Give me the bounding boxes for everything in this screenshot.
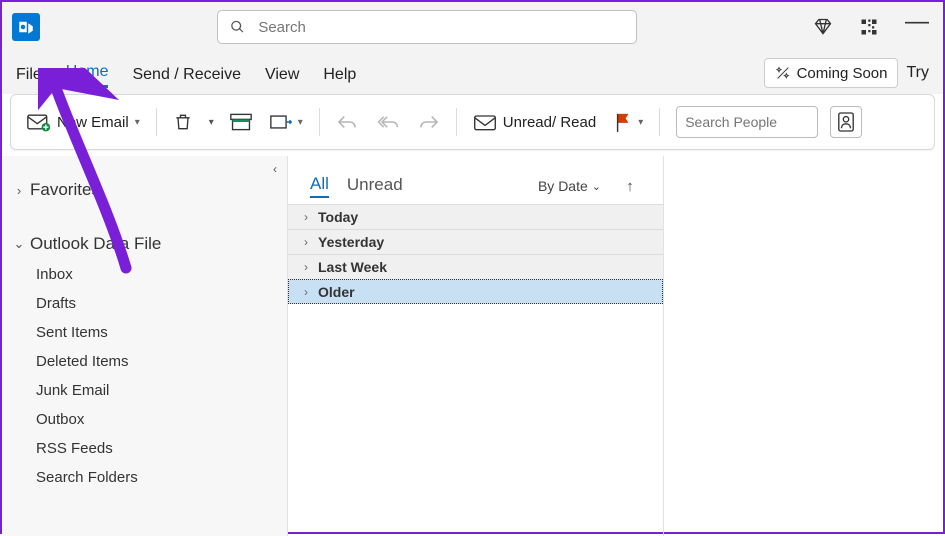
chevron-right-icon: › [12,183,26,198]
group-older[interactable]: › Older [288,279,663,304]
chevron-right-icon: › [304,235,308,249]
search-people-input[interactable] [685,114,809,130]
reply-button[interactable] [330,104,364,140]
address-book-button[interactable] [830,106,862,138]
tab-help[interactable]: Help [323,66,356,88]
folder-outbox[interactable]: Outbox [32,405,287,434]
chevron-down-icon: ⌄ [12,236,26,252]
chevron-down-icon: ▾ [135,117,140,128]
datafile-header[interactable]: ⌄ Outlook Data File [2,228,287,260]
group-today[interactable]: › Today [288,204,663,229]
try-label[interactable]: Try [906,64,929,82]
folder-inbox[interactable]: Inbox [32,260,287,289]
favorites-header[interactable]: › Favorites [2,174,287,206]
outlook-logo [12,13,40,41]
tab-view[interactable]: View [265,66,299,88]
new-email-icon [27,112,51,132]
group-label: Today [318,209,358,225]
archive-button[interactable] [224,104,258,140]
folder-drafts[interactable]: Drafts [32,289,287,318]
envelope-icon [473,112,497,132]
new-email-label: New Email [57,114,129,131]
unread-read-label: Unread/ Read [503,114,596,131]
datafile-label: Outlook Data File [30,234,161,254]
chevron-right-icon: › [304,260,308,274]
wand-icon [775,65,791,81]
separator [456,108,457,136]
flag-button[interactable]: ▾ [608,104,649,140]
minimize-button[interactable]: — [905,22,929,32]
group-last-week[interactable]: › Last Week [288,254,663,279]
chevron-down-icon: ⌄ [592,180,601,193]
forward-button[interactable] [412,104,446,140]
folder-search-folders[interactable]: Search Folders [32,463,287,492]
unread-read-button[interactable]: Unread/ Read [467,104,602,140]
global-search[interactable] [217,10,637,44]
move-icon [270,112,292,132]
collapse-nav-icon[interactable]: ‹ [273,162,277,176]
group-label: Older [318,284,355,300]
chevron-down-icon: ▾ [638,117,643,128]
reply-all-button[interactable] [370,104,406,140]
message-list-pane: All Unread By Date ⌄ ↑ › Today › Yesterd… [288,156,664,536]
chevron-right-icon: › [304,285,308,299]
search-icon [230,19,245,35]
address-book-icon [837,112,855,132]
bydate-label: By Date [538,178,588,194]
premium-icon[interactable] [813,17,833,37]
separator [156,108,157,136]
flag-icon [614,112,632,132]
move-button[interactable]: ▾ [264,104,309,140]
filter-all[interactable]: All [310,174,329,198]
group-yesterday[interactable]: › Yesterday [288,229,663,254]
delete-button[interactable] [167,104,199,140]
tab-home[interactable]: Home [66,63,109,88]
search-people[interactable] [676,106,818,138]
tab-file[interactable]: File [16,66,42,88]
group-label: Last Week [318,259,387,275]
reply-all-icon [376,113,400,131]
favorites-label: Favorites [30,180,100,200]
chevron-down-icon: ▾ [298,117,303,128]
separator [659,108,660,136]
reading-pane [664,156,943,536]
chevron-right-icon: › [304,210,308,224]
folder-pane: ‹ › Favorites ⌄ Outlook Data File Inbox … [2,156,288,536]
sort-direction[interactable]: ↑ [619,178,641,195]
tab-send-receive[interactable]: Send / Receive [132,66,241,88]
reply-icon [336,113,358,131]
coming-soon-label: Coming Soon [797,65,888,82]
qr-icon[interactable] [859,17,879,37]
folder-rss-feeds[interactable]: RSS Feeds [32,434,287,463]
archive-icon [230,112,252,132]
group-label: Yesterday [318,234,384,250]
folder-junk-email[interactable]: Junk Email [32,376,287,405]
sort-by-date[interactable]: By Date ⌄ [538,178,601,194]
global-search-input[interactable] [258,19,623,36]
folder-sent-items[interactable]: Sent Items [32,318,287,347]
separator [319,108,320,136]
coming-soon-button[interactable]: Coming Soon [764,58,899,88]
filter-unread[interactable]: Unread [347,175,403,197]
delete-dropdown[interactable]: ▾ [205,117,218,128]
folder-deleted-items[interactable]: Deleted Items [32,347,287,376]
trash-icon [173,112,193,132]
new-email-button[interactable]: New Email ▾ [21,104,146,140]
forward-icon [418,113,440,131]
